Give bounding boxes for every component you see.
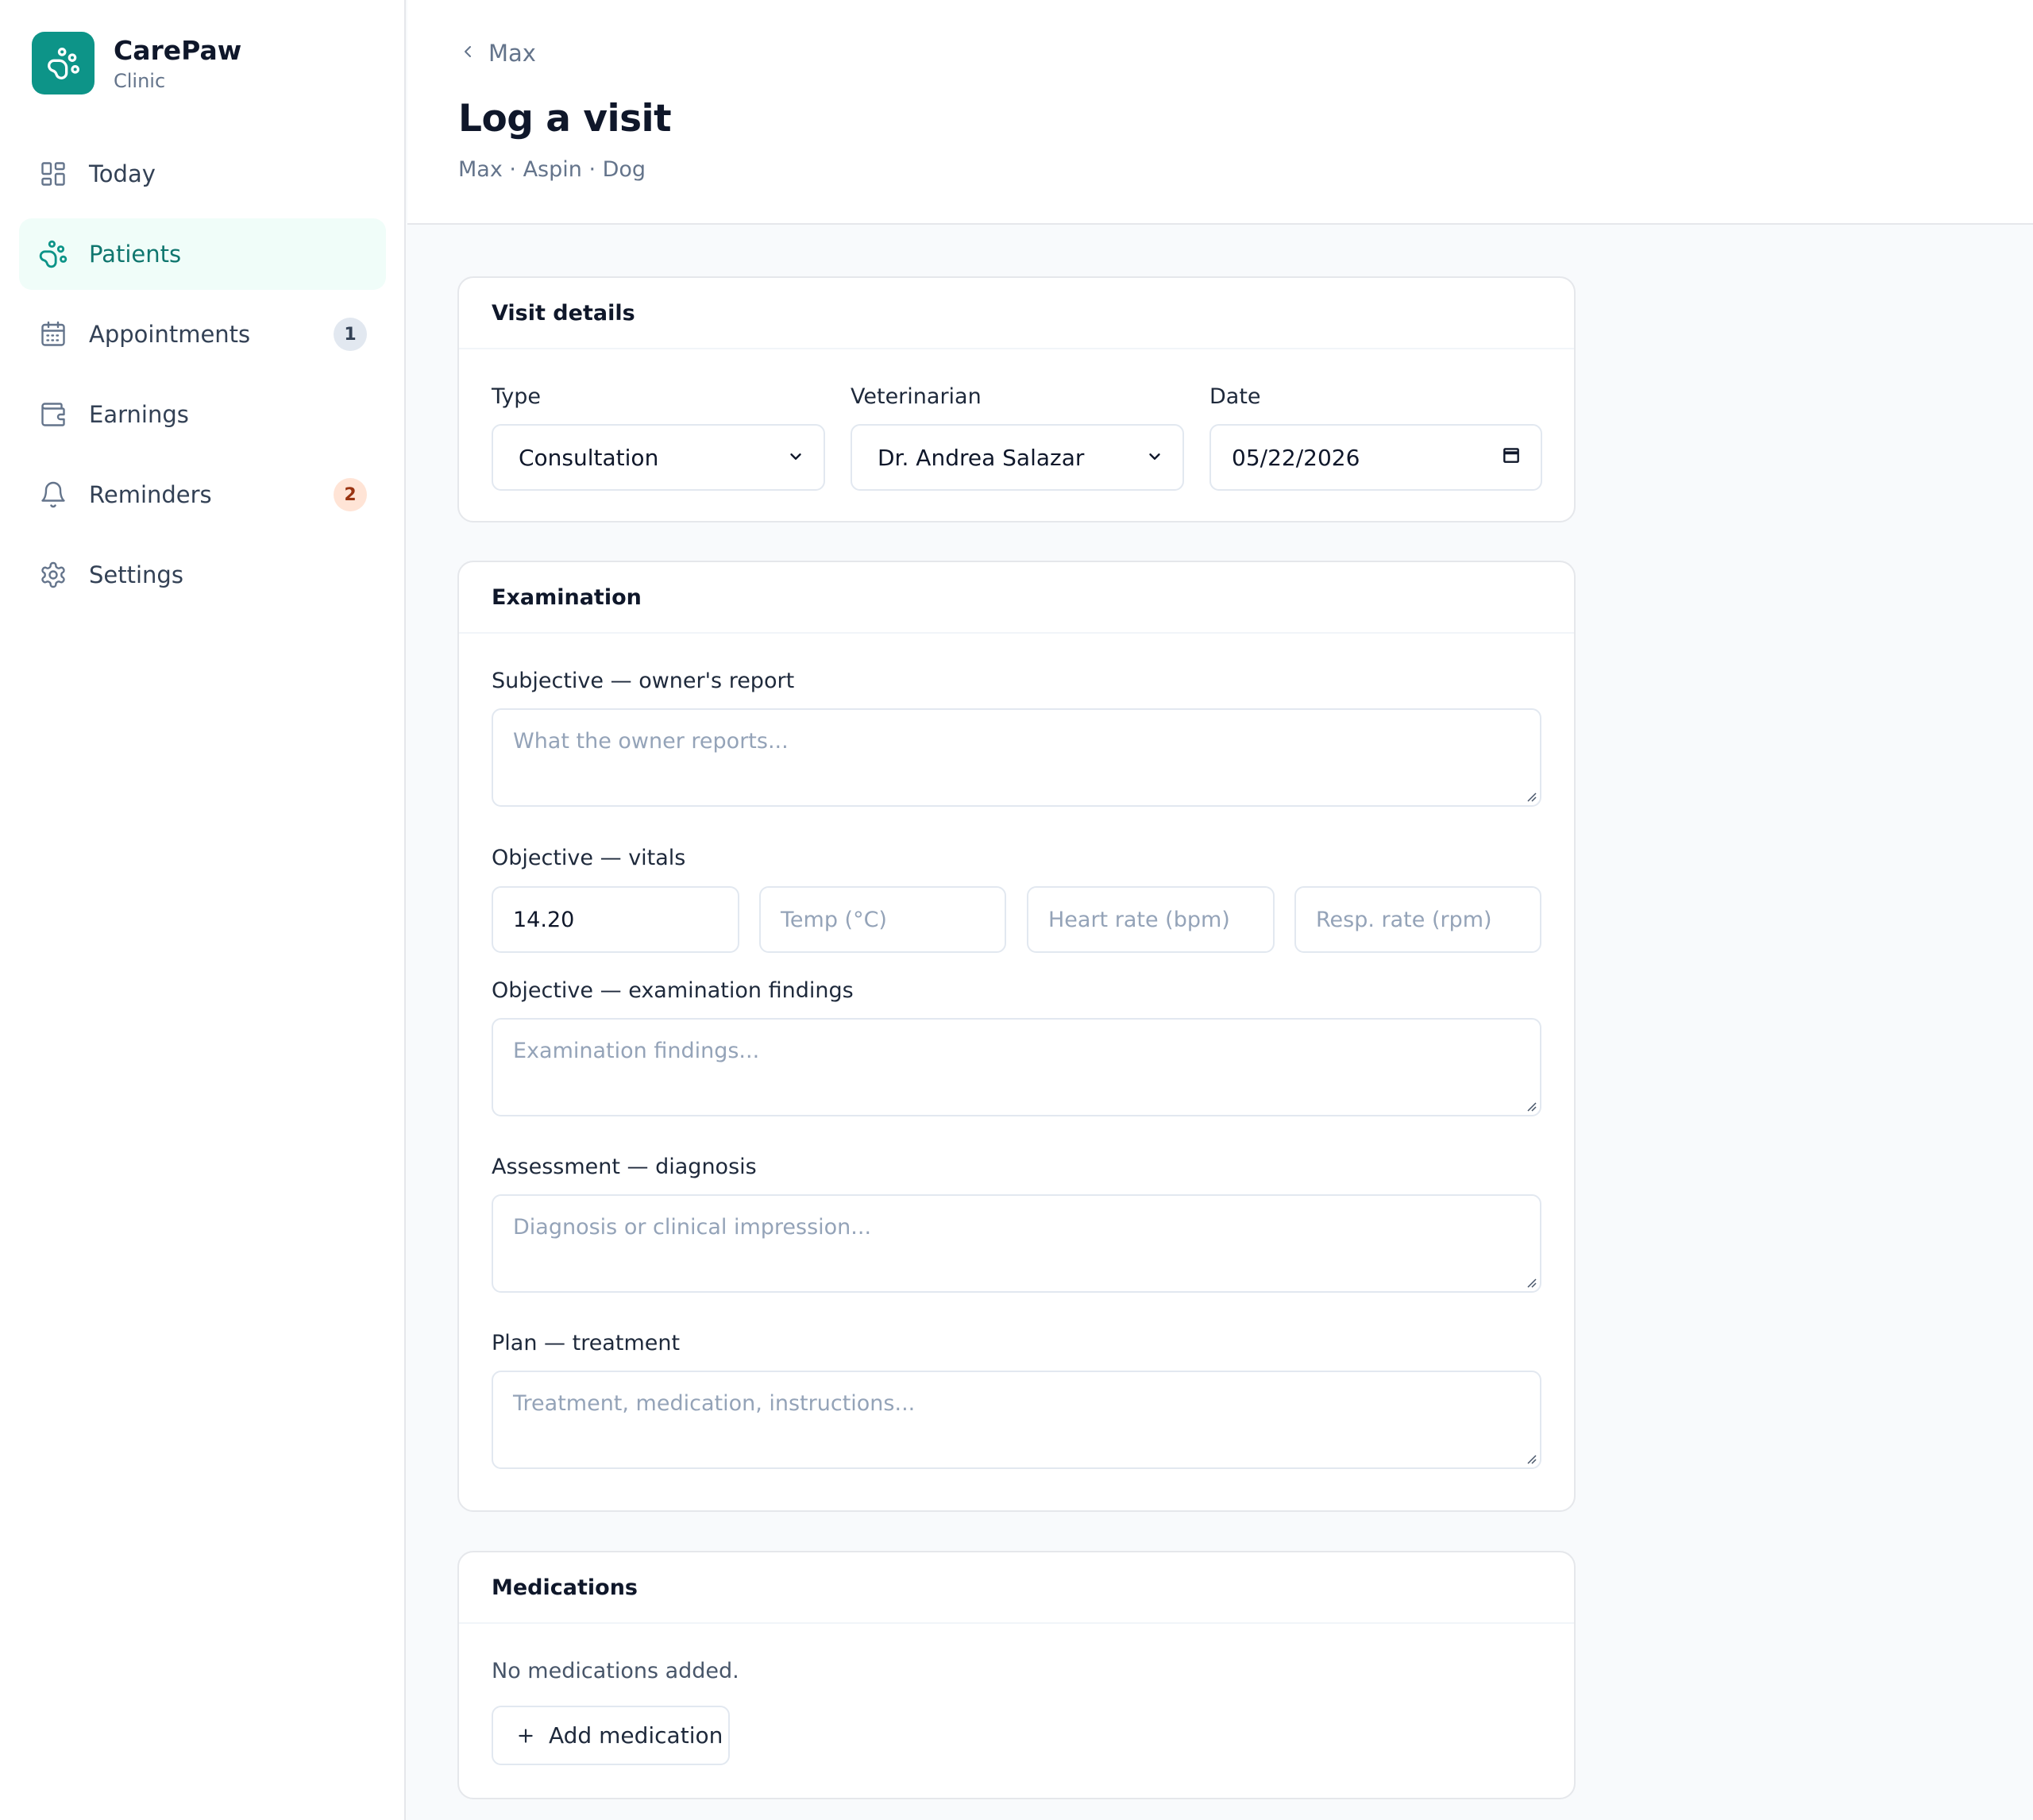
date-label: Date [1209,384,1261,409]
veterinarian-select-value: Dr. Andrea Salazar [878,444,1085,471]
grid-icon [38,159,68,189]
brand-name: CarePaw [114,34,242,66]
back-link[interactable]: Max [458,40,536,67]
sidebar-item-label: Earnings [89,401,189,428]
plus-icon [515,1726,536,1746]
resize-handle-icon[interactable] [1526,1101,1537,1112]
plan-textarea[interactable]: Treatment, medication, instructions... [492,1371,1541,1469]
assessment-placeholder: Diagnosis or clinical impression... [513,1215,872,1240]
sidebar-item-label: Reminders [89,481,212,508]
type-label: Type [492,384,542,409]
sidebar-item-appointments[interactable]: Appointments 1 [19,299,386,370]
assessment-textarea[interactable]: Diagnosis or clinical impression... [492,1194,1541,1293]
sidebar-item-label: Settings [89,561,183,588]
page-subtitle: Max · Aspin · Dog [458,157,646,182]
paw-icon [38,239,68,269]
visit-details-card: Visit details Type Consultation Veterina… [457,276,1576,522]
vet-label: Veterinarian [851,384,982,409]
weight-value: 14.20 [513,907,575,932]
assessment-label: Assessment — diagnosis [492,1155,757,1179]
medications-title: Medications [459,1552,1574,1624]
paw-logo-icon [32,32,95,94]
chevron-left-icon [458,42,477,64]
temperature-placeholder: Temp (°C) [781,907,887,932]
wallet-icon [38,399,68,430]
sidebar: CarePaw Clinic Today Patients Appointmen… [0,0,406,1820]
heart-rate-placeholder: Heart rate (bpm) [1048,907,1230,932]
sidebar-item-patients[interactable]: Patients [19,218,386,290]
weight-input[interactable]: 14.20 [492,886,739,953]
findings-textarea[interactable]: Examination findings... [492,1018,1541,1116]
page-header: Max Log a visit Max · Aspin · Dog [407,0,2033,225]
bell-icon [38,480,68,510]
sidebar-item-label: Appointments [89,321,251,348]
brand[interactable]: CarePaw Clinic [32,32,241,94]
medications-card: Medications No medications added. Add me… [457,1551,1576,1799]
veterinarian-select[interactable]: Dr. Andrea Salazar [851,424,1184,491]
plan-label: Plan — treatment [492,1331,681,1355]
appointments-count-badge: 1 [334,318,367,351]
date-input-value: 05/22/2026 [1232,444,1360,471]
medications-empty-text: No medications added. [492,1659,739,1683]
back-link-label: Max [488,40,536,67]
subjective-textarea[interactable]: What the owner reports... [492,708,1541,807]
respiratory-rate-input[interactable]: Resp. rate (rpm) [1294,886,1541,953]
examination-title: Examination [459,562,1574,634]
page-title: Log a visit [458,97,672,141]
sidebar-nav: Today Patients Appointments 1 Earnings R… [19,138,386,619]
date-input[interactable]: 05/22/2026 [1209,424,1542,491]
sidebar-item-label: Patients [89,241,182,268]
examination-card: Examination Subjective — owner's report … [457,561,1576,1512]
reminders-count-badge: 2 [334,478,367,511]
visit-details-title: Visit details [459,278,1574,349]
findings-label: Objective — examination findings [492,978,854,1003]
subjective-placeholder: What the owner reports... [513,729,789,754]
add-medication-label: Add medication [549,1722,723,1749]
add-medication-button[interactable]: Add medication [492,1706,730,1765]
type-select[interactable]: Consultation [492,424,825,491]
chevron-down-icon [1146,445,1163,471]
type-select-value: Consultation [519,444,659,471]
calendar-picker-icon[interactable] [1501,445,1522,471]
findings-placeholder: Examination findings... [513,1039,760,1063]
temperature-input[interactable]: Temp (°C) [759,886,1006,953]
vitals-label: Objective — vitals [492,846,686,870]
plan-placeholder: Treatment, medication, instructions... [513,1391,916,1416]
chevron-down-icon [787,445,804,471]
subjective-label: Subjective — owner's report [492,669,795,693]
resize-handle-icon[interactable] [1526,791,1537,802]
sidebar-item-earnings[interactable]: Earnings [19,379,386,450]
calendar-icon [38,319,68,349]
brand-subtitle: Clinic [114,69,166,92]
heart-rate-input[interactable]: Heart rate (bpm) [1027,886,1275,953]
respiratory-rate-placeholder: Resp. rate (rpm) [1316,907,1492,932]
sidebar-item-today[interactable]: Today [19,138,386,210]
resize-handle-icon[interactable] [1526,1453,1537,1464]
resize-handle-icon[interactable] [1526,1277,1537,1288]
sidebar-item-label: Today [89,160,156,187]
gear-icon [38,560,68,590]
sidebar-item-reminders[interactable]: Reminders 2 [19,459,386,530]
sidebar-item-settings[interactable]: Settings [19,539,386,611]
